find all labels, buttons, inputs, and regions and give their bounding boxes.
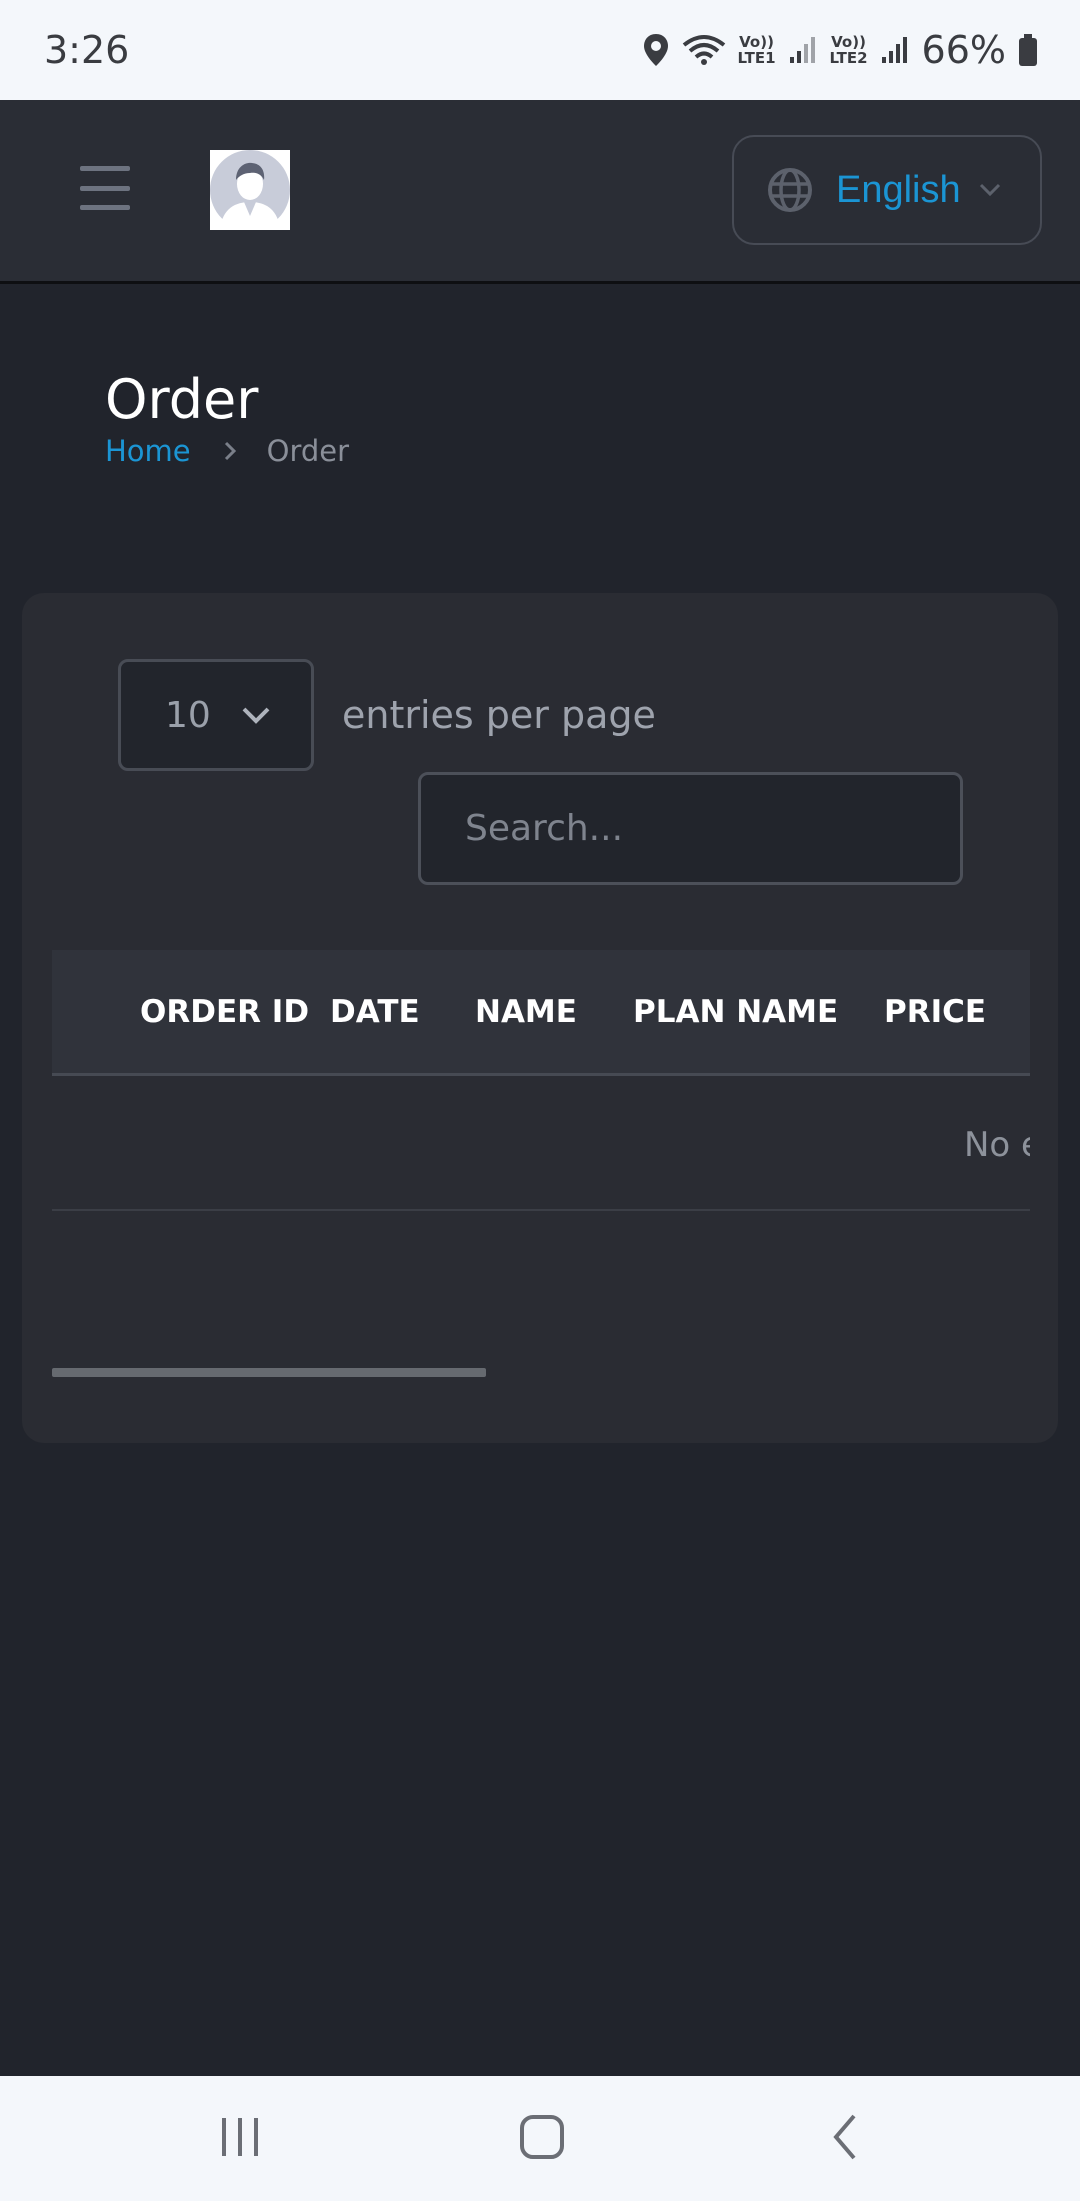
status-bar: 3:26 Vo)) LTE1 Vo)) LTE2 66% [0, 0, 1080, 100]
hamburger-icon[interactable] [80, 166, 130, 210]
entries-per-page-label: entries per page [342, 693, 656, 737]
search-input[interactable] [418, 772, 963, 885]
language-label: English [836, 168, 961, 211]
column-header-name[interactable]: NAME [475, 994, 577, 1030]
language-selector[interactable]: English [732, 135, 1042, 245]
battery-icon [1019, 34, 1037, 66]
app-header: English [0, 100, 1080, 284]
entries-per-page-select[interactable]: 10 [118, 659, 314, 771]
orders-card: 10 entries per page ORDER ID DATE NAME P… [22, 593, 1058, 1443]
back-icon[interactable] [828, 2112, 864, 2162]
column-header-price[interactable]: PRICE [884, 994, 986, 1030]
signal-icon [881, 37, 907, 63]
horizontal-scrollbar[interactable] [52, 1368, 486, 1377]
chevron-down-icon [242, 707, 270, 724]
battery-percent: 66% [921, 28, 1006, 72]
column-header-plan-name[interactable]: PLAN NAME [633, 994, 838, 1030]
recents-icon[interactable] [218, 2112, 262, 2162]
page-title: Order [105, 368, 259, 431]
entries-value: 10 [165, 694, 211, 736]
chevron-down-icon [979, 183, 1000, 197]
table-empty-row: No er [52, 1079, 1030, 1211]
user-avatar[interactable] [210, 150, 290, 230]
breadcrumb-home-link[interactable]: Home [105, 434, 191, 468]
sim1-indicator: Vo)) LTE1 [737, 33, 776, 67]
signal-icon [789, 37, 815, 63]
wifi-icon [682, 35, 725, 65]
column-header-date[interactable]: DATE [330, 994, 420, 1030]
empty-message: No er [964, 1125, 1030, 1165]
breadcrumb-current: Order [266, 434, 350, 468]
location-icon [643, 34, 668, 66]
table-header-row: ORDER ID DATE NAME PLAN NAME PRICE [52, 950, 1030, 1076]
chevron-right-icon [223, 440, 237, 462]
system-nav-bar [0, 2076, 1080, 2201]
sim2-indicator: Vo)) LTE2 [829, 33, 868, 67]
column-header-order-id[interactable]: ORDER ID [140, 994, 309, 1030]
status-icons: Vo)) LTE1 Vo)) LTE2 66% [642, 28, 1038, 72]
home-icon[interactable] [518, 2112, 566, 2162]
breadcrumb: Home Order [105, 434, 349, 468]
status-time: 3:26 [44, 28, 130, 72]
orders-table: ORDER ID DATE NAME PLAN NAME PRICE No er [52, 950, 1030, 1220]
globe-icon [768, 168, 812, 212]
